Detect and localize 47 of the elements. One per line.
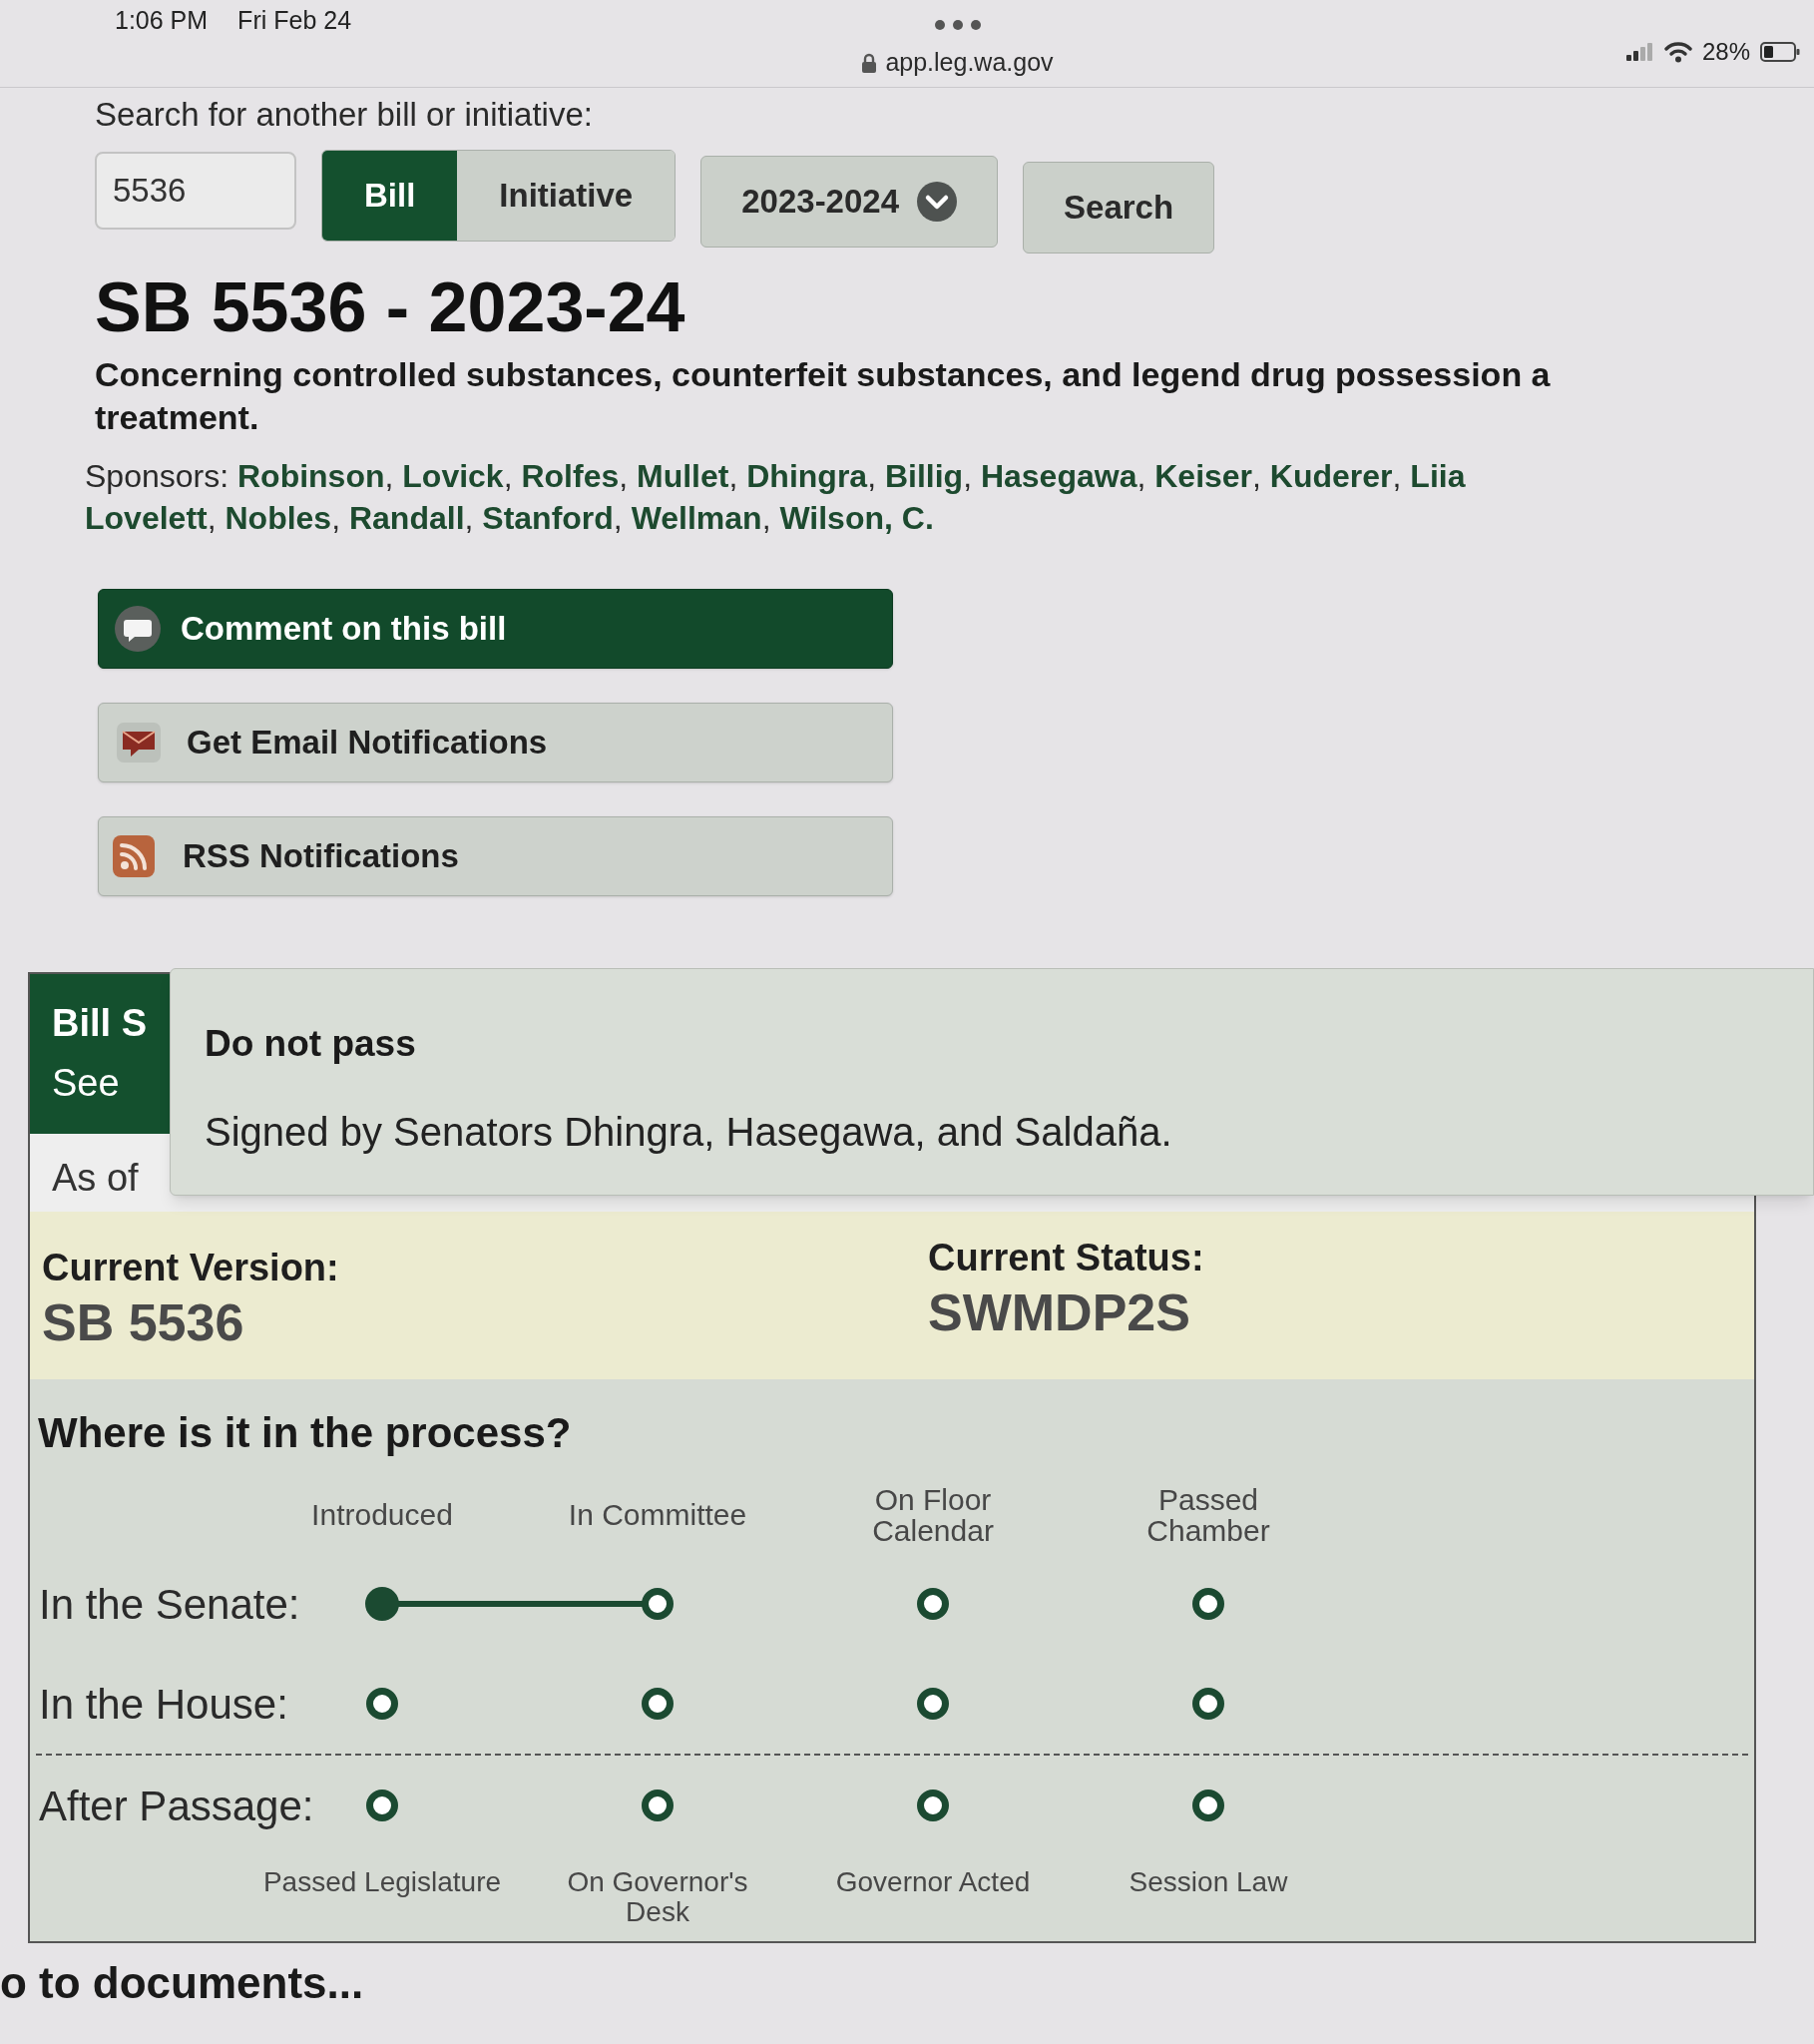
- step-label: Passed Chamber: [1145, 1483, 1271, 1547]
- step-label: Introduced: [311, 1499, 453, 1531]
- search-type-tab[interactable]: Initiative: [457, 150, 676, 241]
- tooltip-text: Signed by Senators Dhingra, Hasegawa, and Saldaña.: [205, 1112, 1172, 1153]
- lock-icon: [861, 52, 878, 73]
- status-date: Fri Feb 24: [237, 5, 352, 36]
- search-field[interactable]: 5536: [95, 151, 296, 230]
- session-dropdown[interactable]: 2023-2024: [700, 155, 999, 248]
- bill-status-heading: Bill S: [52, 1004, 148, 1043]
- rss-notifications-button[interactable]: RSS Notifications: [98, 816, 893, 897]
- row-label: In the House:: [39, 1679, 288, 1730]
- url-text[interactable]: app.leg.wa.gov: [885, 44, 1054, 82]
- current-version-value: SB 5536: [42, 1291, 244, 1353]
- step-label: On Governor's Desk: [566, 1867, 749, 1926]
- current-status-value: SWMDP2S: [928, 1281, 1190, 1343]
- tooltip-title: Do not pass: [205, 1025, 416, 1063]
- envelope-icon: [117, 723, 161, 764]
- rss-icon: [113, 835, 155, 878]
- row-label: After Passage:: [39, 1781, 314, 1831]
- bill-status-link[interactable]: See: [52, 1064, 120, 1103]
- battery-icon: [1760, 42, 1800, 62]
- sponsors-text: Sponsors: Robinson, Lovick, Rolfes, Mullet, Dhingra, Billig, Hasegawa, Keiser, Kuderer, Liia Lovelett, Nobles, Randall, Stanford, Wellman, Wilson, C.: [85, 457, 1466, 538]
- bill-title: SB 5536 - 2023-24: [95, 266, 685, 347]
- search-button[interactable]: Search: [1023, 161, 1215, 254]
- step-label: On Floor Calendar: [871, 1483, 995, 1547]
- battery-percent: 28%: [1701, 37, 1750, 67]
- step-label: Session Law: [1129, 1867, 1288, 1897]
- as-of-text: As of: [52, 1157, 139, 1200]
- step-label: Passed Legislature: [262, 1867, 502, 1897]
- current-version-label: Current Version:: [42, 1246, 339, 1291]
- process-heading: Where is it in the process?: [37, 1408, 572, 1459]
- bill-description: Concerning controlled substances, counterfeit substances, and legend drug possession a treatment.: [95, 354, 1551, 438]
- search-type-tab[interactable]: Bill: [322, 150, 458, 241]
- more-dots-icon[interactable]: [934, 20, 981, 30]
- row-label: In the Senate:: [39, 1579, 300, 1630]
- documents-link[interactable]: o to documents...: [0, 1958, 364, 2008]
- current-status-label: Current Status:: [928, 1236, 1204, 1281]
- step-label: Governor Acted: [835, 1867, 1031, 1897]
- chevron-down-icon: [917, 181, 958, 222]
- search-label: Search for another bill or initiative:: [95, 95, 593, 135]
- email-notifications-button[interactable]: Get Email Notifications: [98, 703, 893, 783]
- signal-icon: [1625, 43, 1654, 61]
- comment-button[interactable]: Comment on this bill: [98, 589, 893, 670]
- wifi-icon: [1663, 41, 1692, 63]
- step-label: In Committee: [568, 1499, 747, 1531]
- status-time: 1:06 PM: [115, 5, 209, 36]
- speech-bubble-icon: [115, 606, 161, 653]
